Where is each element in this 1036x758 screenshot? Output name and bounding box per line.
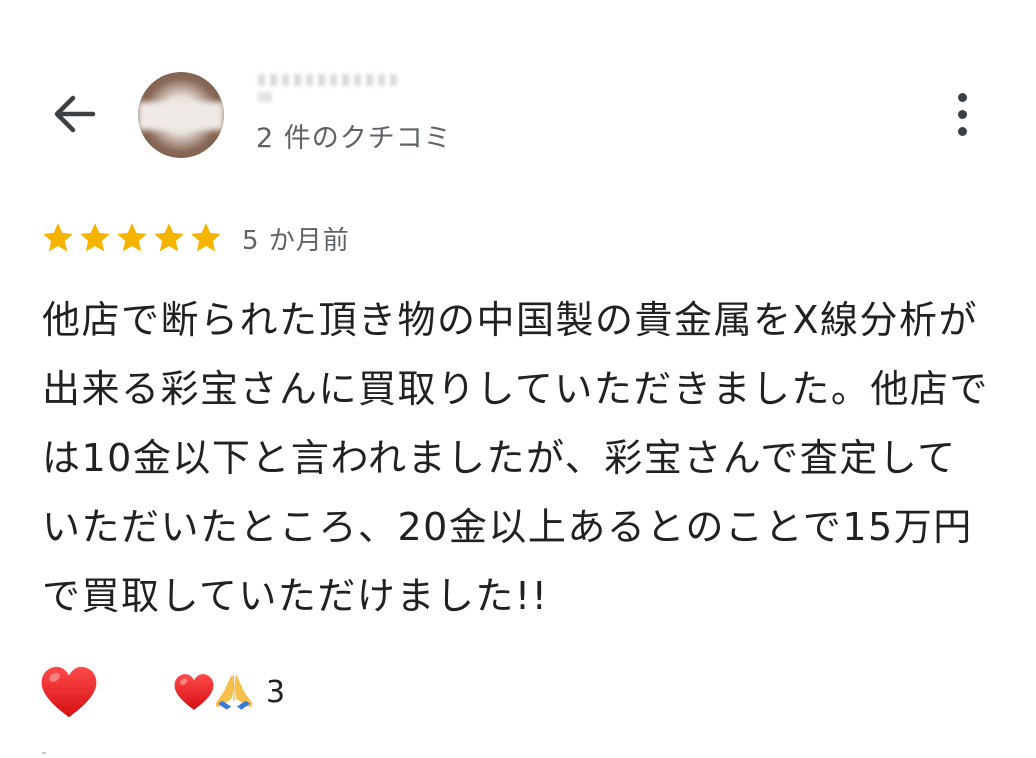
back-button[interactable] [48, 88, 100, 140]
divider [42, 752, 46, 754]
review-count: 2 件のクチコミ [256, 123, 452, 154]
star-rating [40, 220, 224, 256]
more-options-button[interactable] [944, 86, 980, 142]
reviewer-header: 2 件のクチコミ [0, 60, 1036, 170]
star-icon [191, 223, 221, 252]
star-icon [154, 223, 184, 252]
red-heart-icon[interactable] [38, 661, 100, 723]
star-icon [80, 223, 110, 252]
star-icon [117, 223, 147, 252]
reaction-summary[interactable]: 3 [172, 670, 285, 714]
review-time: 5 か月前 [242, 225, 350, 256]
red-heart-icon [174, 674, 214, 710]
reaction-count: 3 [266, 674, 286, 710]
rating-row: 5 か月前 [40, 216, 350, 260]
avatar[interactable] [138, 72, 224, 158]
folded-hands-icon [215, 674, 253, 710]
star-icon [43, 223, 73, 252]
review-text: 他店で断られた頂き物の中国製の貴金属をX線分析が出来る彩宝さんに買取りしていただ… [42, 298, 989, 618]
more-vert-icon [957, 92, 967, 102]
reviewer-name-redacted[interactable] [258, 68, 408, 102]
reactions-bar: 3 [38, 660, 285, 724]
arrow-left-icon [54, 95, 96, 133]
